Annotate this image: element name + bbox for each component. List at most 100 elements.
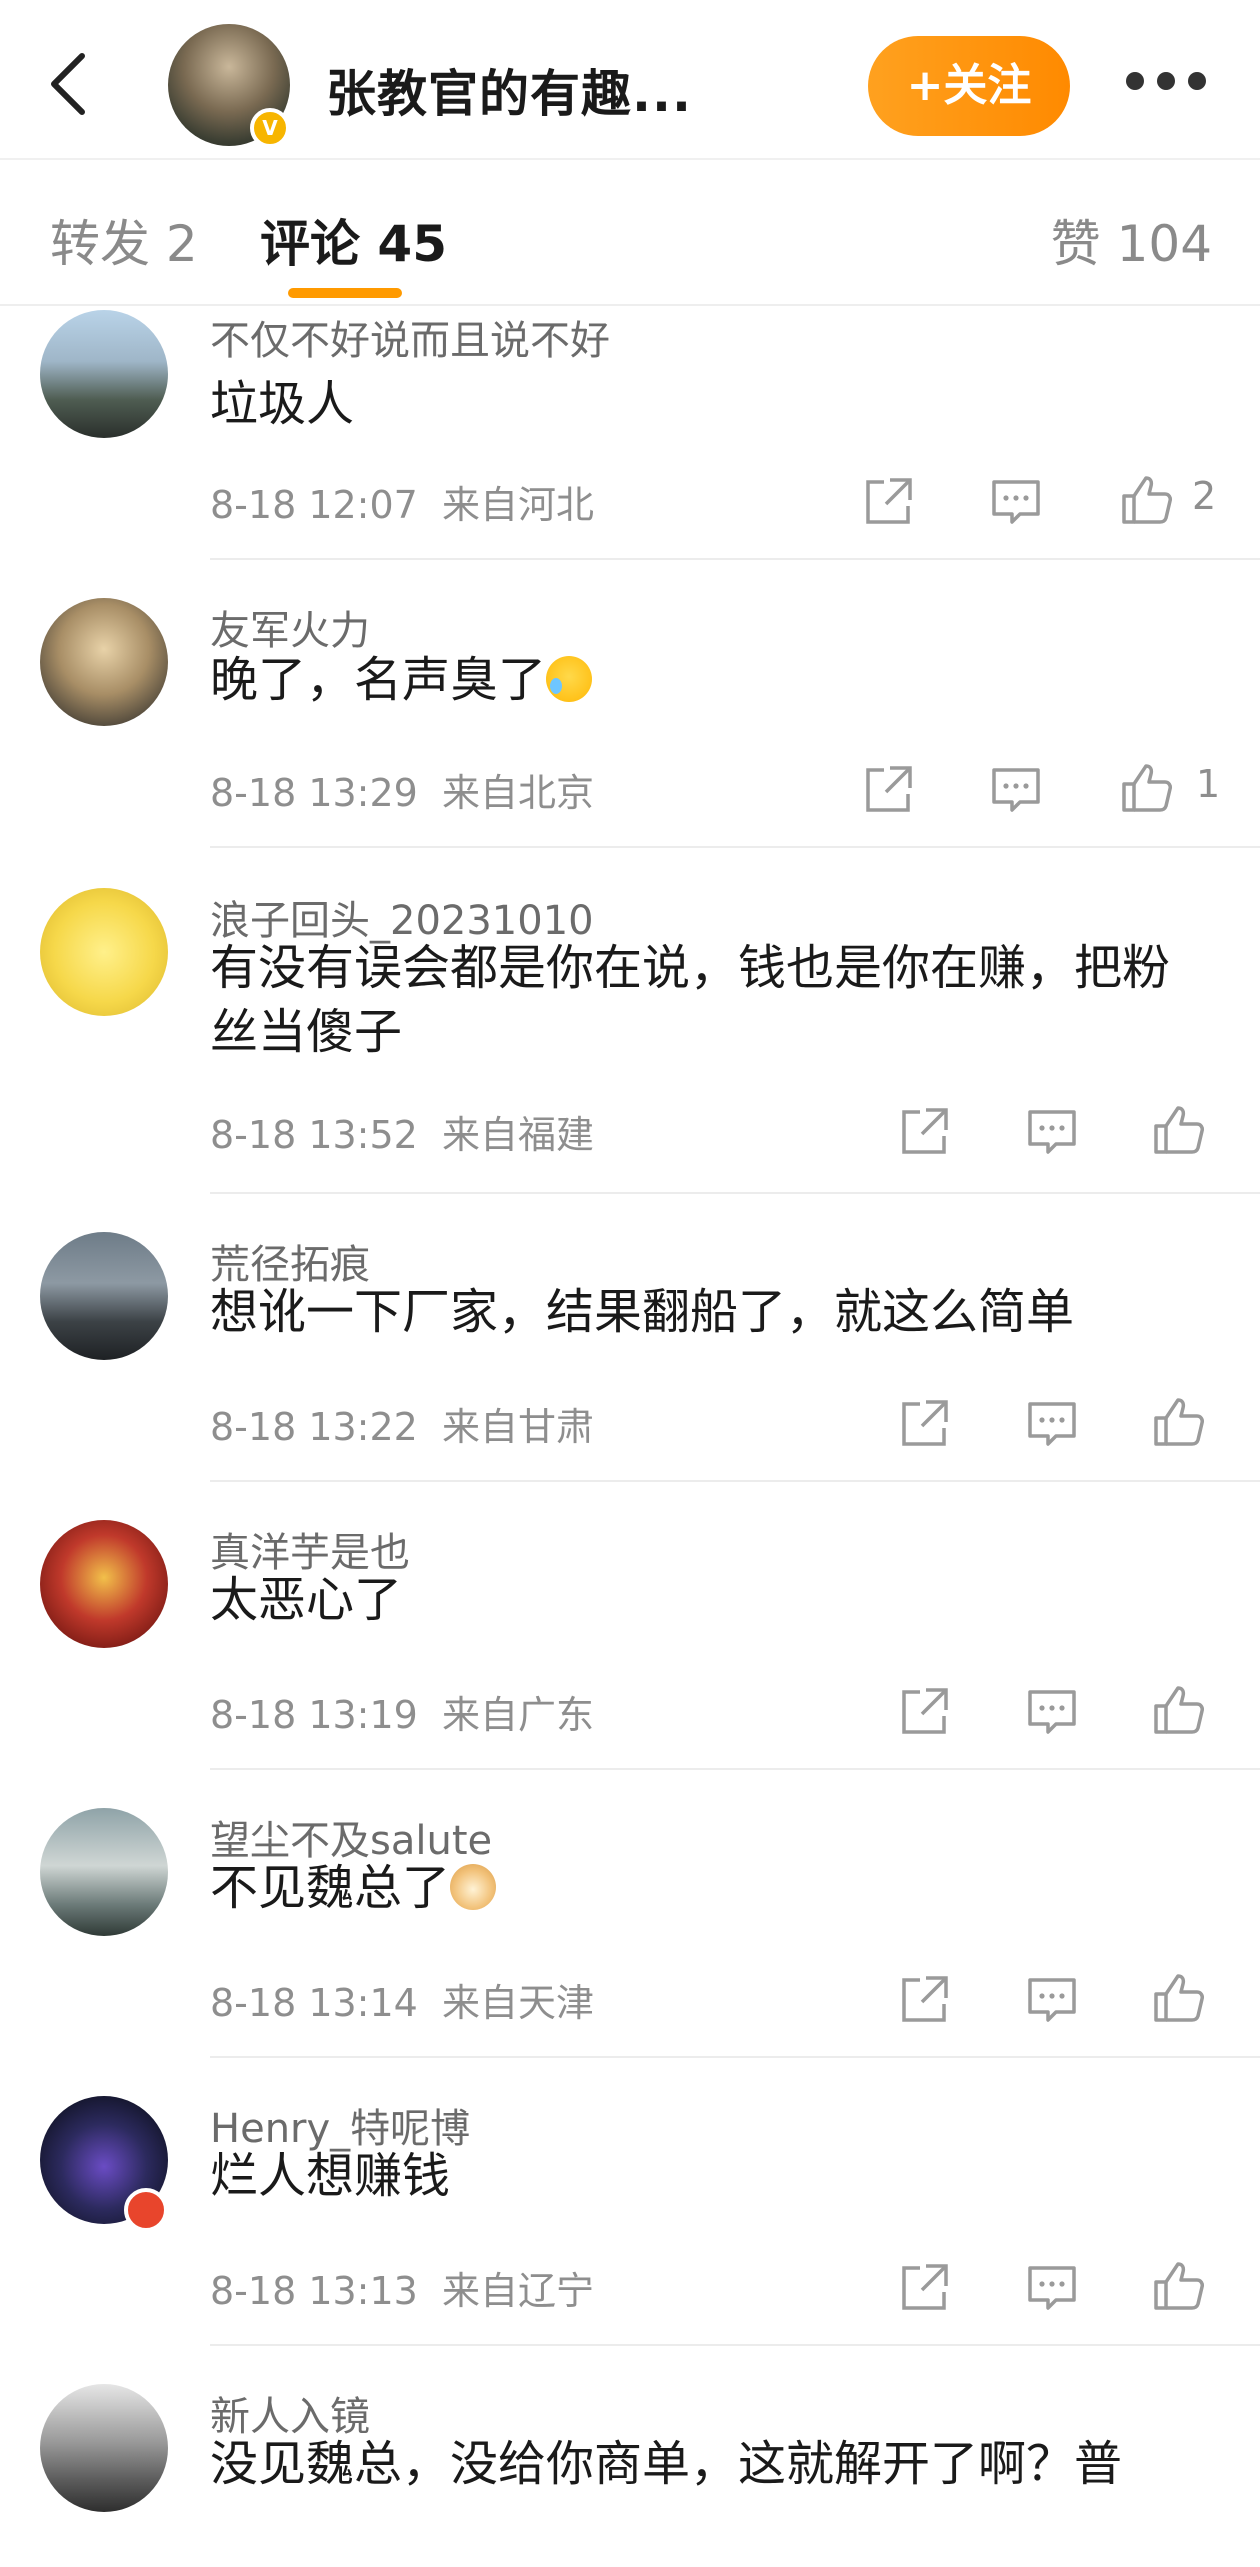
like-button[interactable] [1150,1682,1206,1738]
comment-meta: 8-18 13:13 来自辽宁 [210,2260,594,2315]
more-dot [1188,72,1206,90]
author-name[interactable]: 张教官的有趣... [326,54,692,126]
commenter-name[interactable]: 不仅不好说而且说不好 [210,308,610,366]
comment-icon [1028,1690,1076,1734]
more-dot [1157,72,1175,90]
comment-location: 来自福建 [442,1113,595,1157]
reply-button[interactable] [988,762,1044,818]
comment-text: 垃圾人 [210,376,355,432]
comment-item: 真洋芋是也 太恶心了 8-18 13:19 来自广东 [0,1520,1260,1770]
comment-text: 太恶心了 [210,1572,403,1628]
comment-item: 荒径拓痕 想讹一下厂家，结果翻船了，就这么简单 8-18 13:22 来自甘肃 [0,1232,1260,1482]
commenter-avatar[interactable] [40,2384,168,2512]
back-button[interactable] [38,44,98,124]
thumbs-up-icon [1154,1974,1204,2022]
like-count: 1 [1196,762,1221,806]
more-dot [1126,72,1144,90]
comment-text: 有没有误会都是你在说，钱也是你在赚，把粉丝当傻子 [210,940,1171,1060]
like-button[interactable] [1118,472,1174,528]
share-icon [902,1108,948,1154]
comment-meta: 8-18 13:14 来自天津 [210,1972,594,2027]
comment-location: 来自广东 [442,1693,595,1737]
chevron-left-icon [51,53,85,115]
share-button[interactable] [896,1396,952,1452]
divider [210,2056,1260,2058]
comment-time: 8-18 13:29 [210,771,418,815]
share-button[interactable] [860,762,916,818]
member-badge-icon [124,2188,168,2232]
share-button[interactable] [896,1972,952,2028]
share-icon [902,2264,948,2310]
like-button[interactable] [1150,1394,1206,1450]
comment-time: 8-18 12:07 [210,483,418,527]
comment-text-content: 不见魏总了 [210,1860,451,1916]
tab-reposts[interactable]: 转发 2 [50,204,198,276]
like-count: 2 [1192,474,1217,518]
reply-button[interactable] [1024,1104,1080,1160]
share-icon [902,1400,948,1446]
commenter-avatar[interactable] [40,598,168,726]
share-button[interactable] [860,474,916,530]
comment-icon [1028,1110,1076,1154]
like-button[interactable] [1150,1970,1206,2026]
thumbs-up-icon [1122,476,1172,524]
comment-icon [1028,1978,1076,2022]
reply-button[interactable] [1024,1972,1080,2028]
share-icon [866,766,912,812]
comment-meta: 8-18 13:52 来自福建 [210,1104,594,1159]
commenter-avatar[interactable] [40,1232,168,1360]
share-button[interactable] [896,2260,952,2316]
reply-button[interactable] [1024,1684,1080,1740]
verified-icon: V [250,108,290,148]
comment-time: 8-18 13:22 [210,1405,418,1449]
comment-text-content: 晚了，名声臭了 [210,652,547,708]
share-button[interactable] [896,1684,952,1740]
comment-text: 晚了，名声臭了 [210,648,1210,712]
comment-item: 浪子回头_20231010 有没有误会都是你在说，钱也是你在赚，把粉丝当傻子 8… [0,888,1260,1194]
comment-time: 8-18 13:14 [210,1981,418,2025]
divider [210,558,1260,560]
comment-meta: 8-18 12:07 来自河北 [210,474,594,529]
share-icon [902,1976,948,2022]
share-icon [866,478,912,524]
comment-text: 不见魏总了 [210,1856,1210,1920]
doge-emoji-icon [450,1864,497,1910]
comment-item: 不仅不好说而且说不好 垃圾人 8-18 12:07 来自河北 2 [0,308,1260,560]
comment-text: 烂人想赚钱 [210,2148,451,2204]
commenter-avatar[interactable] [40,1808,168,1936]
comment-time: 8-18 13:52 [210,1113,418,1157]
share-icon [902,1688,948,1734]
more-options-icon[interactable] [1126,72,1206,96]
reply-button[interactable] [1024,2260,1080,2316]
comment-time: 8-18 13:13 [210,2269,418,2313]
follow-button[interactable]: +关注 [868,36,1070,136]
tab-comments[interactable]: 评论 45 [260,204,447,276]
like-button[interactable] [1150,2258,1206,2314]
commenter-avatar[interactable] [40,888,168,1016]
comment-icon [1028,2266,1076,2310]
comment-icon [992,480,1040,524]
divider [210,1192,1260,1194]
divider [210,846,1260,848]
comment-item: Henry_特呢博 烂人想赚钱 8-18 13:13 来自辽宁 [0,2096,1260,2346]
reply-button[interactable] [988,474,1044,530]
like-button[interactable] [1150,1102,1206,1158]
comment-location: 来自北京 [442,771,595,815]
thumbs-up-icon [1154,1398,1204,1446]
comment-location: 来自天津 [442,1981,595,2025]
comment-meta: 8-18 13:29 来自北京 [210,762,594,817]
commenter-avatar[interactable] [40,310,168,438]
reply-button[interactable] [1024,1396,1080,1452]
tab-likes[interactable]: 赞 104 [1051,204,1212,276]
comment-meta: 8-18 13:19 来自广东 [210,1684,594,1739]
comment-icon [992,768,1040,812]
commenter-avatar[interactable] [40,1520,168,1648]
thumbs-up-icon [1154,1686,1204,1734]
comment-item: 新人入镜 没见魏总，没给你商单，这就解开了啊？普 [0,2384,1260,2567]
post-header: V 张教官的有趣... +关注 [0,0,1260,160]
divider [210,1768,1260,1770]
comment-icon [1028,1402,1076,1446]
comment-text: 没见魏总，没给你商单，这就解开了啊？普 [210,2436,1123,2492]
like-button[interactable] [1118,760,1174,816]
share-button[interactable] [896,1104,952,1160]
